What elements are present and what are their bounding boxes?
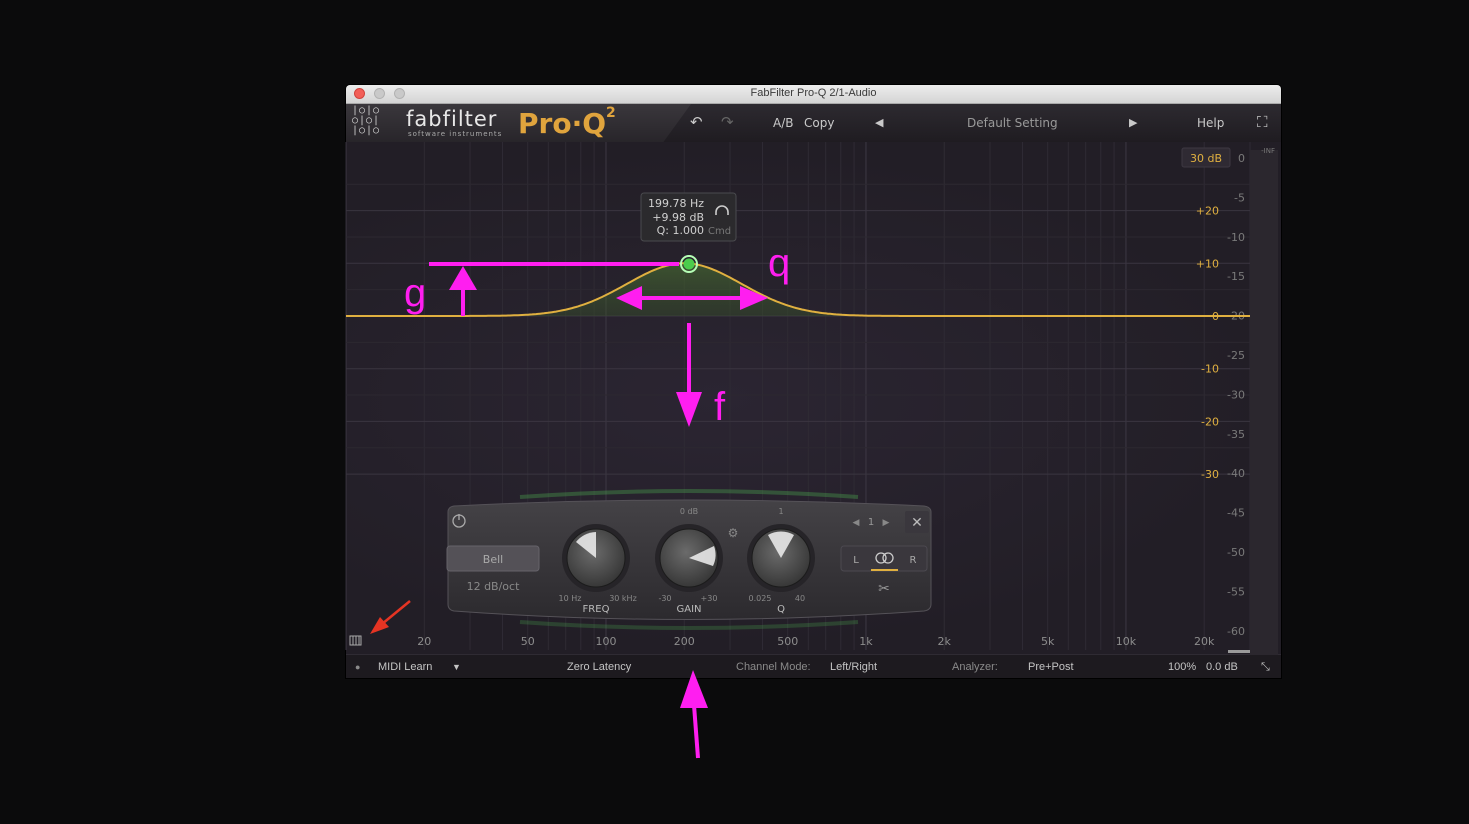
tooltip-modifier: Cmd — [708, 226, 731, 237]
close-icon: ✕ — [911, 515, 923, 531]
band-control-panel: Bell 12 dB/oct 10 Hz 30 kHz FREQ 0 dB -3… — [446, 489, 932, 630]
analyzer-scale-label: -15 — [1227, 270, 1245, 283]
freq-axis-label: 100 — [595, 635, 616, 648]
analyzer-scale-label: -45 — [1227, 507, 1245, 520]
analyzer-scale-label: -50 — [1227, 546, 1245, 559]
gain-scale-gear-icon[interactable]: ⚙ — [728, 526, 739, 540]
gain-scale-label: +10 — [1196, 257, 1219, 270]
filter-slope[interactable]: 12 dB/oct — [467, 580, 521, 593]
left-channel-button[interactable]: L — [853, 555, 859, 566]
annotation-gain-arrowhead — [449, 266, 477, 290]
band-number: 1 — [868, 517, 874, 528]
analyzer-scale-label: -55 — [1227, 585, 1245, 598]
analyzer-scale-label: -60 — [1227, 625, 1245, 638]
annotation-bottom-arrow — [692, 704, 700, 759]
scissors-icon[interactable]: ✂ — [878, 581, 890, 597]
freq-axis-label: 5k — [1041, 635, 1055, 648]
gain-scale-label: -10 — [1201, 363, 1219, 376]
annotation-q-letter: q — [768, 241, 790, 285]
analyzer-scale-label: -10 — [1227, 231, 1245, 244]
gain-scale-label: +20 — [1196, 205, 1219, 218]
gain-min-label: -30 — [658, 594, 671, 603]
freq-axis-label: 20k — [1194, 635, 1215, 648]
freq-axis-label: 10k — [1116, 635, 1137, 648]
q-max-label: 40 — [795, 594, 805, 603]
tooltip-freq: 199.78 Hz — [648, 197, 704, 210]
q-knob-label: Q — [777, 604, 785, 615]
q-top-label: 1 — [778, 507, 783, 516]
freq-axis-label: 2k — [938, 635, 952, 648]
next-band-icon[interactable]: ▶ — [883, 518, 890, 528]
gain-top-label: 0 dB — [680, 507, 698, 516]
gain-max-label: +30 — [701, 594, 718, 603]
gain-scale-label: -30 — [1201, 468, 1219, 481]
freq-axis-label: 200 — [674, 635, 695, 648]
analyzer-scale-label: -25 — [1227, 349, 1245, 362]
previous-band-icon[interactable]: ◀ — [853, 518, 860, 528]
range-label: 30 dB — [1190, 152, 1222, 165]
graph-overlay: 30 dB -INF 20 50 100 200 500 1k 2k 5k 10k 20k +20 +… — [345, 142, 1278, 759]
freq-axis-label: 20 — [417, 635, 431, 648]
gain-knob-label: GAIN — [676, 604, 701, 615]
freq-min-label: 10 Hz — [559, 594, 582, 603]
right-channel-button[interactable]: R — [910, 555, 917, 566]
piano-display-icon[interactable] — [349, 635, 362, 646]
freq-axis-label: 50 — [521, 635, 535, 648]
analyzer-scale-label: -5 — [1234, 191, 1245, 204]
analyzer-scale-label: 0 — [1238, 152, 1245, 165]
annotation-bottom-arrowhead — [680, 670, 708, 708]
analyzer-scale-label: -40 — [1227, 467, 1245, 480]
output-meter-level — [1228, 650, 1250, 653]
tooltip-q: Q: 1.000 — [657, 224, 704, 237]
q-min-label: 0.025 — [749, 594, 772, 603]
output-meter — [1250, 150, 1278, 655]
annotation-freq-letter: f — [714, 385, 726, 429]
analyzer-scale-label: -35 — [1227, 428, 1245, 441]
filter-shape-label: Bell — [483, 553, 503, 566]
freq-knob-label: FREQ — [583, 604, 610, 615]
inf-label: -INF — [1261, 147, 1275, 155]
annotation-gain-letter: g — [404, 271, 426, 315]
band-node[interactable] — [683, 258, 695, 270]
gain-scale-label: -20 — [1201, 415, 1219, 428]
tooltip-gain: +9.98 dB — [652, 211, 704, 224]
annotation-red-arrow — [381, 600, 411, 625]
freq-axis-label: 1k — [859, 635, 873, 648]
freq-max-label: 30 kHz — [609, 594, 637, 603]
analyzer-scale-label: -30 — [1227, 388, 1245, 401]
freq-axis-label: 500 — [777, 635, 798, 648]
